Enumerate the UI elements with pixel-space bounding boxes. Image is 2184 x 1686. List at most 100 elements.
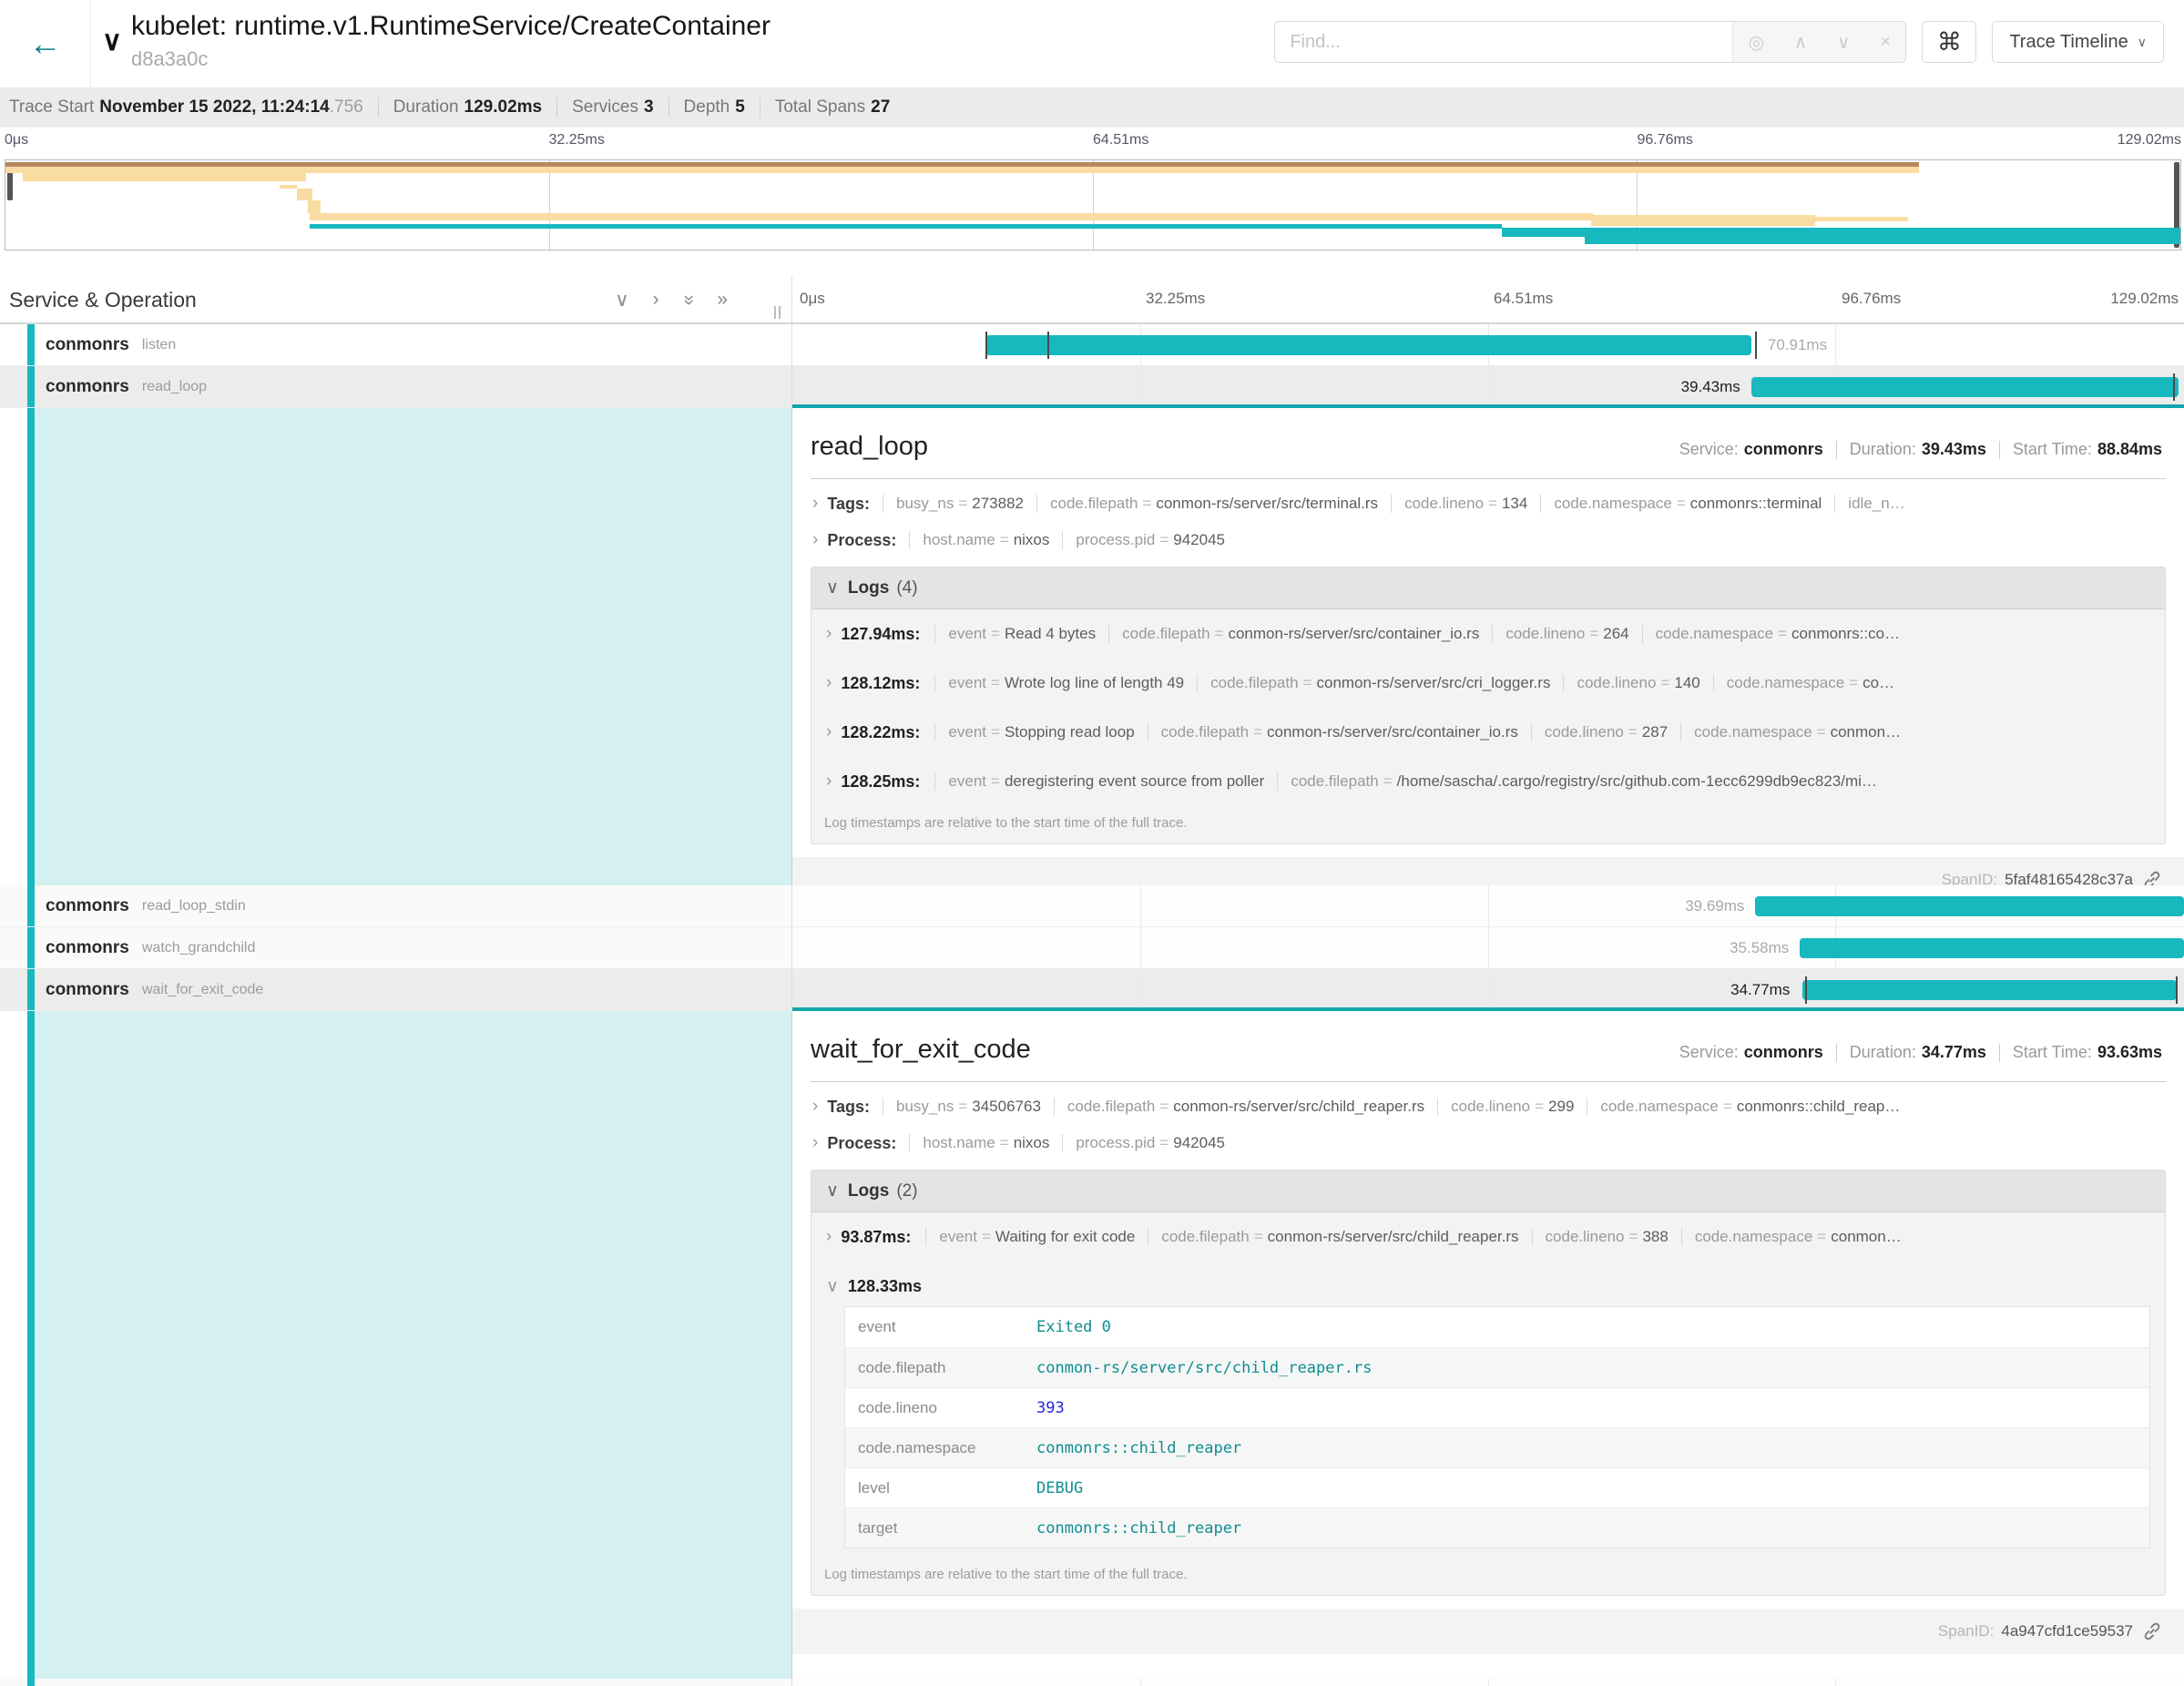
link-icon[interactable] bbox=[2142, 870, 2162, 885]
logs-accordion-header[interactable]: ∨ Logs (4) bbox=[811, 567, 2165, 609]
keyboard-shortcuts-button[interactable]: ⌘ bbox=[1922, 21, 1976, 63]
duration-value: 129.02ms bbox=[464, 97, 543, 118]
process-accordion[interactable]: › Process: host.name=nixos process.pid=9… bbox=[811, 530, 2166, 550]
log-entry[interactable]: › 127.94ms: event=Read 4 bytes code.file… bbox=[811, 609, 2165, 659]
app-header: ← ∨ kubelet: runtime.v1.RuntimeService/C… bbox=[0, 0, 2184, 87]
chevron-right-icon: › bbox=[812, 1097, 818, 1117]
table-row: event Exited 0 bbox=[845, 1307, 2149, 1347]
next-result-icon[interactable]: ∨ bbox=[1837, 31, 1851, 54]
duration-label: Duration: bbox=[1850, 1043, 1916, 1062]
start-time-label: Start Time: bbox=[2013, 440, 2092, 459]
logs-footnote: Log timestamps are relative to the start… bbox=[811, 1558, 2165, 1595]
span-timeline-cell[interactable]: 39.43ms bbox=[792, 366, 2184, 408]
service-color-accent bbox=[27, 927, 35, 968]
search-input[interactable] bbox=[1275, 22, 1732, 62]
tag-item: code.lineno=134 bbox=[1391, 495, 1540, 513]
log-field: code.namespace=conmon… bbox=[1681, 1228, 1914, 1246]
chevron-down-icon[interactable]: ∨ bbox=[102, 26, 122, 57]
view-selector-button[interactable]: Trace Timeline ∨ bbox=[1992, 21, 2164, 63]
start-time-value: 93.63ms bbox=[2097, 1043, 2162, 1062]
tick-label: 64.51ms bbox=[1093, 132, 1148, 148]
span-row-read-loop: conmonrs read_loop 39.43ms bbox=[0, 366, 2184, 408]
clear-search-icon[interactable]: × bbox=[1880, 32, 1891, 53]
logs-label: Logs bbox=[848, 1181, 889, 1201]
log-field: code.lineno=287 bbox=[1531, 723, 1680, 741]
minimap-span-bar bbox=[23, 173, 305, 181]
log-marker-tick bbox=[2176, 976, 2178, 1004]
divider bbox=[811, 1081, 2166, 1082]
span-timeline-cell[interactable]: 39.69ms bbox=[792, 885, 2184, 927]
span-bar[interactable] bbox=[1751, 377, 2179, 397]
log-field: code.filepath=/home/sascha/.cargo/regist… bbox=[1277, 772, 1890, 791]
service-color-accent bbox=[27, 885, 35, 926]
log-entry[interactable]: › 93.87ms: event=Waiting for exit code c… bbox=[811, 1212, 2165, 1262]
prev-result-icon[interactable]: ∧ bbox=[1794, 31, 1808, 54]
span-timeline-cell[interactable]: 303μs bbox=[792, 1679, 2184, 1686]
log-entry[interactable]: › 128.12ms: event=Wrote log line of leng… bbox=[811, 659, 2165, 708]
field-value: 393 bbox=[1036, 1399, 1065, 1417]
expand-all-icon[interactable]: » bbox=[717, 289, 728, 312]
minimap-canvas[interactable] bbox=[5, 159, 2181, 250]
gridline bbox=[1093, 160, 1094, 250]
process-item: host.name=nixos bbox=[909, 1134, 1062, 1152]
view-selector-label: Trace Timeline bbox=[2009, 32, 2128, 53]
detail-left-column bbox=[27, 1011, 792, 1679]
logs-accordion-header[interactable]: ∨ Logs (2) bbox=[811, 1170, 2165, 1212]
operation-name: read_loop_stdin bbox=[142, 898, 246, 915]
duration-label: Duration: bbox=[1850, 440, 1916, 459]
back-arrow-icon[interactable]: ← bbox=[29, 25, 62, 63]
span-name-cell[interactable]: conmonrs wait_for_exit_code bbox=[0, 969, 792, 1011]
trace-summary-bar: Trace Start November 15 2022, 11:24:14 .… bbox=[0, 87, 2184, 128]
link-icon[interactable] bbox=[2142, 1621, 2162, 1641]
operation-name: wait_for_exit_code bbox=[142, 982, 263, 998]
chevron-right-icon: › bbox=[826, 673, 832, 693]
page-title: kubelet: runtime.v1.RuntimeService/Creat… bbox=[131, 9, 771, 44]
span-bar[interactable] bbox=[1800, 938, 2184, 958]
service-value: conmonrs bbox=[1744, 1043, 1823, 1062]
trace-start-label: Trace Start bbox=[9, 97, 94, 118]
span-bar[interactable] bbox=[1802, 980, 2177, 1000]
collapse-one-icon[interactable]: ∨ bbox=[615, 289, 628, 312]
service-color-accent bbox=[27, 324, 35, 365]
spanid-label: SpanID: bbox=[1942, 871, 1997, 885]
span-timeline-cell[interactable]: 70.91ms bbox=[792, 324, 2184, 366]
span-bar[interactable] bbox=[985, 335, 1750, 355]
service-name: conmonrs bbox=[46, 938, 129, 958]
span-bar[interactable] bbox=[1755, 896, 2184, 916]
log-marker-tick bbox=[1805, 976, 1807, 1004]
span-detail-wait-for-exit-code: wait_for_exit_code Service: conmonrs Dur… bbox=[0, 1011, 2184, 1679]
tag-item: code.namespace=conmonrs::child_reap… bbox=[1587, 1098, 1913, 1116]
span-name-cell[interactable]: conmonrs read_loop_stdin bbox=[0, 885, 792, 927]
tag-item: code.lineno=299 bbox=[1437, 1098, 1587, 1116]
span-timeline-cell[interactable]: 34.77ms bbox=[792, 969, 2184, 1011]
locate-icon[interactable]: ◎ bbox=[1749, 31, 1764, 54]
field-value: Exited 0 bbox=[1036, 1318, 1111, 1336]
span-name-cell[interactable]: conmonrs watch_grandchild bbox=[0, 927, 792, 969]
span-timeline-cell[interactable]: 35.58ms bbox=[792, 927, 2184, 969]
log-entry[interactable]: › 128.22ms: event=Stopping read loop cod… bbox=[811, 708, 2165, 757]
tags-accordion[interactable]: › Tags: busy_ns=273882 code.filepath=con… bbox=[811, 494, 2166, 514]
column-resize-handle[interactable] bbox=[774, 306, 781, 319]
back-button[interactable]: ← bbox=[0, 0, 91, 87]
process-accordion[interactable]: › Process: host.name=nixos process.pid=9… bbox=[811, 1133, 2166, 1153]
log-entry-expanded[interactable]: ∨ 128.33ms bbox=[811, 1262, 2165, 1303]
span-detail-title: wait_for_exit_code bbox=[811, 1035, 1031, 1065]
trace-minimap: 0μs 32.25ms 64.51ms 96.76ms 129.02ms bbox=[0, 128, 2184, 266]
collapse-all-icon[interactable]: » bbox=[677, 294, 699, 305]
log-field: code.filepath=conmon-rs/server/src/child… bbox=[1148, 1228, 1531, 1246]
tag-item: idle_n… bbox=[1834, 495, 1917, 513]
log-field: code.lineno=264 bbox=[1492, 625, 1641, 643]
service-name: conmonrs bbox=[46, 335, 129, 355]
span-row-watch-grandchild: conmonrs watch_grandchild 35.58ms bbox=[0, 927, 2184, 969]
tick-label: 96.76ms bbox=[1842, 290, 1901, 308]
log-entry[interactable]: › 128.25ms: event=deregistering event so… bbox=[811, 757, 2165, 806]
expand-one-icon[interactable]: › bbox=[653, 289, 659, 312]
logs-count: (4) bbox=[896, 578, 917, 598]
span-name-cell[interactable]: conmonrs listen bbox=[0, 324, 792, 366]
span-row-listen: conmonrs listen 70.91ms bbox=[0, 324, 2184, 366]
find-box: ◎ ∧ ∨ × bbox=[1274, 21, 1906, 63]
tags-accordion[interactable]: › Tags: busy_ns=34506763 code.filepath=c… bbox=[811, 1097, 2166, 1117]
span-name-cell[interactable]: conmonrs write_exit_path bbox=[0, 1679, 792, 1686]
detail-content: wait_for_exit_code Service: conmonrs Dur… bbox=[792, 1011, 2184, 1679]
span-name-cell[interactable]: conmonrs read_loop bbox=[0, 366, 792, 408]
